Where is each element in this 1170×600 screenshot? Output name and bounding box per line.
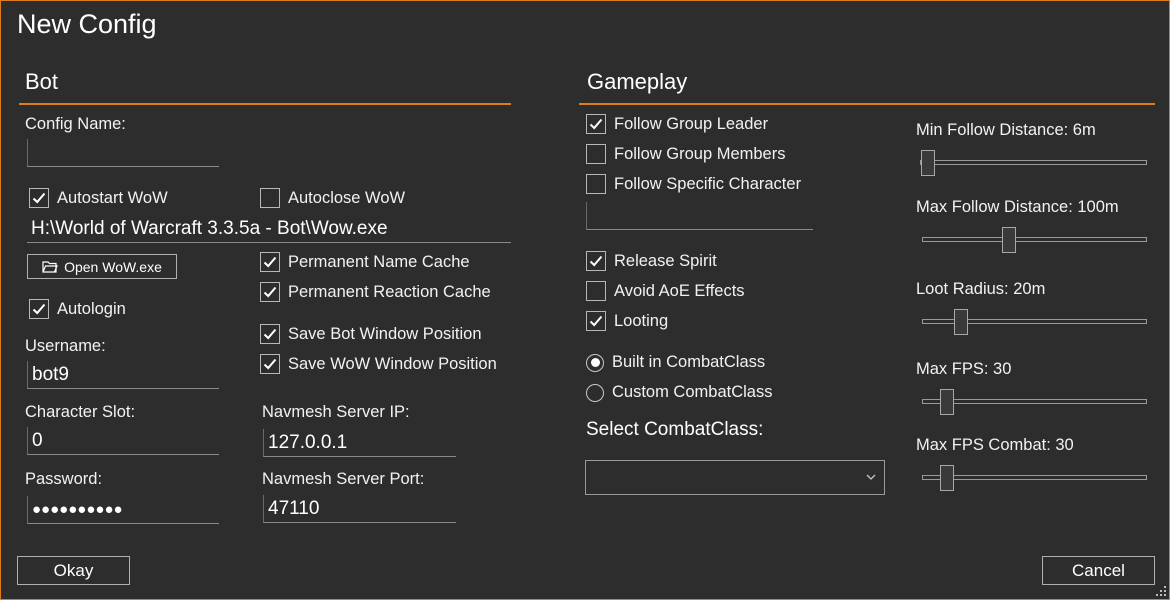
okay-button[interactable]: Okay	[17, 556, 130, 585]
chevron-down-icon	[866, 474, 876, 480]
autologin-checkbox[interactable]: Autologin	[29, 299, 126, 319]
save-wow-window-position-label: Save WoW Window Position	[288, 354, 497, 373]
radio-dot	[590, 358, 600, 367]
config-name-input[interactable]	[27, 139, 219, 167]
slider-thumb[interactable]	[921, 150, 935, 176]
min-follow-distance-slider[interactable]	[920, 150, 1147, 176]
gameplay-section-divider	[579, 103, 1155, 105]
checkbox-box[interactable]	[586, 311, 606, 331]
permanent-reaction-cache-checkbox[interactable]: Permanent Reaction Cache	[260, 282, 491, 302]
max-fps-combat-slider[interactable]	[922, 465, 1147, 491]
follow-group-members-label: Follow Group Members	[614, 144, 786, 163]
checkbox-box[interactable]	[260, 252, 280, 272]
navmesh-ip-input[interactable]: 127.0.0.1	[263, 429, 456, 457]
checkbox-box[interactable]	[29, 299, 49, 319]
follow-specific-character-checkbox[interactable]: Follow Specific Character	[586, 174, 801, 194]
release-spirit-label: Release Spirit	[614, 251, 717, 270]
follow-specific-character-label: Follow Specific Character	[614, 174, 802, 193]
max-fps-label: Max FPS: 30	[916, 360, 1012, 378]
loot-radius-slider[interactable]	[922, 309, 1147, 335]
avoid-aoe-checkbox[interactable]: Avoid AoE Effects	[586, 281, 745, 301]
autostart-wow-checkbox[interactable]: Autostart WoW	[29, 188, 168, 208]
config-name-label: Config Name:	[25, 115, 126, 133]
min-follow-distance-label: Min Follow Distance: 6m	[916, 121, 1096, 139]
checkmark-icon	[32, 192, 46, 204]
avoid-aoe-label: Avoid AoE Effects	[614, 281, 745, 300]
bot-section-divider	[19, 103, 511, 105]
character-slot-input[interactable]: 0	[27, 427, 219, 455]
loot-radius-label: Loot Radius: 20m	[916, 280, 1046, 298]
navmesh-port-label: Navmesh Server Port:	[262, 470, 425, 488]
max-fps-slider[interactable]	[922, 389, 1147, 415]
checkbox-box[interactable]	[260, 324, 280, 344]
username-label: Username:	[25, 337, 106, 355]
save-bot-window-position-checkbox[interactable]: Save Bot Window Position	[260, 324, 482, 344]
cancel-button[interactable]: Cancel	[1042, 556, 1155, 585]
folder-icon	[42, 261, 58, 273]
checkbox-box[interactable]	[260, 188, 280, 208]
checkbox-box[interactable]	[586, 174, 606, 194]
checkbox-box[interactable]	[586, 144, 606, 164]
slider-thumb[interactable]	[940, 389, 954, 415]
config-window: New Config Bot Config Name: Autostart Wo…	[0, 0, 1170, 600]
open-wow-button[interactable]: Open WoW.exe	[27, 254, 177, 279]
slider-thumb[interactable]	[1002, 227, 1016, 253]
permanent-name-cache-checkbox[interactable]: Permanent Name Cache	[260, 252, 470, 272]
permanent-reaction-cache-label: Permanent Reaction Cache	[288, 282, 491, 301]
username-input[interactable]: bot9	[27, 361, 219, 389]
checkbox-box[interactable]	[586, 281, 606, 301]
gameplay-section-title: Gameplay	[587, 69, 688, 94]
radio-circle[interactable]	[586, 383, 604, 402]
autoclose-wow-label: Autoclose WoW	[288, 188, 406, 207]
builtin-combatclass-radio[interactable]: Built in CombatClass	[586, 353, 765, 372]
window-title: New Config	[17, 9, 157, 39]
combatclass-dropdown[interactable]	[585, 460, 885, 495]
checkmark-icon	[589, 315, 603, 327]
release-spirit-checkbox[interactable]: Release Spirit	[586, 251, 717, 271]
custom-combatclass-radio[interactable]: Custom CombatClass	[586, 383, 772, 402]
checkbox-box[interactable]	[260, 282, 280, 302]
character-slot-label: Character Slot:	[25, 403, 136, 421]
save-bot-window-position-label: Save Bot Window Position	[288, 324, 482, 343]
navmesh-port-input[interactable]: 47110	[263, 495, 456, 523]
checkmark-icon	[263, 256, 277, 268]
checkmark-icon	[263, 328, 277, 340]
follow-group-members-checkbox[interactable]: Follow Group Members	[586, 144, 785, 164]
specific-character-input[interactable]	[586, 202, 813, 230]
autoclose-wow-checkbox[interactable]: Autoclose WoW	[260, 188, 405, 208]
checkbox-box[interactable]	[586, 114, 606, 134]
checkbox-box[interactable]	[260, 354, 280, 374]
checkmark-icon	[589, 118, 603, 130]
resize-grip-icon[interactable]	[1155, 585, 1167, 597]
looting-label: Looting	[614, 311, 669, 330]
checkbox-box[interactable]	[29, 188, 49, 208]
autostart-wow-label: Autostart WoW	[57, 188, 168, 207]
max-fps-combat-label: Max FPS Combat: 30	[916, 436, 1074, 454]
save-wow-window-position-checkbox[interactable]: Save WoW Window Position	[260, 354, 497, 374]
password-label: Password:	[25, 470, 103, 488]
follow-group-leader-label: Follow Group Leader	[614, 114, 769, 133]
navmesh-ip-label: Navmesh Server IP:	[262, 403, 410, 421]
checkmark-icon	[263, 286, 277, 298]
checkmark-icon	[589, 255, 603, 267]
custom-combatclass-label: Custom CombatClass	[612, 383, 773, 401]
follow-group-leader-checkbox[interactable]: Follow Group Leader	[586, 114, 768, 134]
slider-thumb[interactable]	[954, 309, 968, 335]
radio-circle[interactable]	[586, 353, 604, 372]
permanent-name-cache-label: Permanent Name Cache	[288, 252, 470, 271]
checkmark-icon	[32, 303, 46, 315]
autologin-label: Autologin	[57, 299, 126, 318]
builtin-combatclass-label: Built in CombatClass	[612, 353, 766, 371]
open-wow-label: Open WoW.exe	[64, 258, 162, 275]
checkbox-box[interactable]	[586, 251, 606, 271]
select-combatclass-label: Select CombatClass:	[586, 419, 764, 440]
password-input[interactable]: ●●●●●●●●●●	[27, 496, 219, 524]
slider-thumb[interactable]	[940, 465, 954, 491]
bot-section-title: Bot	[25, 69, 59, 94]
looting-checkbox[interactable]: Looting	[586, 311, 668, 331]
checkmark-icon	[263, 358, 277, 370]
wow-path-input[interactable]: H:\World of Warcraft 3.3.5a - Bot\Wow.ex…	[27, 215, 511, 243]
max-follow-distance-label: Max Follow Distance: 100m	[916, 198, 1119, 216]
max-follow-distance-slider[interactable]	[922, 227, 1147, 253]
